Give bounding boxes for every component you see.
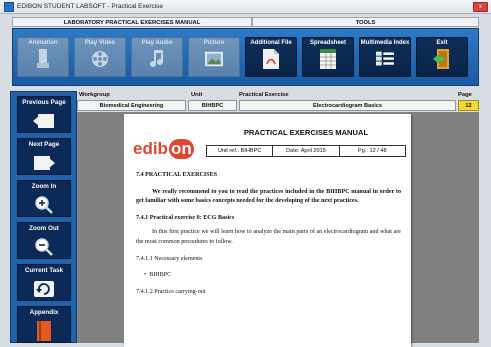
zoom-out-label: Zoom Out [29,225,59,232]
unit-ref: Unit ref.: BIHBPC [207,146,274,156]
app-icon [4,1,14,12]
appendix-label: Appendix [29,309,59,316]
current-task-icon [33,279,55,299]
spreadsheet-label: Spreadsheet [309,40,346,46]
bullet-item: • BIHBPC [144,272,172,279]
exit-label: Exit [436,40,448,46]
section-heading: 7.4 PRACTICAL EXERCISES [136,172,218,178]
subsection-paragraph-1: In this first practice we will learn how… [136,229,401,245]
zoom-out-icon [33,237,55,257]
document-title: PRACTICAL EXERCISES MANUAL [243,128,369,137]
animation-button[interactable]: Animation [17,37,69,77]
zoom-in-icon [33,195,55,215]
subsection-heading-1: 7.4.1 Practical exercise 0: ECG Basics [136,214,235,221]
unit-value: BIHBPC [188,100,237,111]
book-icon [33,321,55,341]
document-body: 7.4 PRACTICAL EXERCISES We really recomm… [136,171,401,297]
workgroup-heading: Workgroup [79,92,110,98]
zoom-in-button[interactable]: Zoom In [17,180,71,217]
document-page-number: Pg.: 12 / 48 [358,148,387,154]
film-reel-icon [91,49,109,69]
appendix-button[interactable]: Appendix [17,306,71,343]
play-audio-button[interactable]: Play Audio [131,37,183,77]
document-viewer[interactable]: edib on PRACTICAL EXERCISES MANUAL Unit r… [77,112,479,347]
tools-header: TOOLS [252,17,479,27]
page-number-badge: 12 [458,100,479,111]
next-page-icon [33,153,55,173]
pdf-file-icon [262,49,280,69]
previous-page-icon [33,111,55,131]
exercise-value: Electrocardiogram Basics [239,100,456,111]
document-page: edib on PRACTICAL EXERCISES MANUAL Unit r… [124,114,411,347]
document-date: Date: April 2015 [273,146,340,156]
unit-heading: Unit [191,92,203,98]
animation-icon [34,49,52,69]
picture-label: Picture [203,40,225,46]
additional-file-button[interactable]: Additional File [245,37,297,77]
zoom-in-label: Zoom In [31,183,57,190]
bullet-text: BIHBPC [149,272,172,279]
exit-door-icon [433,49,451,69]
info-header: Workgroup Unit Practical Exercise Page [77,92,479,100]
page-heading: Page [458,92,472,98]
top-header: LABORATORY PRACTICAL EXERCISES MANUAL TO… [12,17,479,27]
multimedia-index-icon [376,49,394,69]
toolbar: Animation Play Video Play Audio Picture … [12,28,479,86]
left-sidebar: Previous Page Next Page Zoom In Zoom Out… [10,91,77,343]
next-page-label: Next Page [28,141,60,148]
play-video-label: Play Video [84,40,116,46]
subsection-heading-2: 7.4.1.1 Necessary elements [136,255,203,262]
intro-paragraph: We really recommend to you to read the p… [136,188,401,205]
edibon-logo: edib on [133,139,194,159]
subsection-heading-3: 7.4.1.2 Practice carrying-out [136,288,206,295]
previous-page-button[interactable]: Previous Page [17,96,71,133]
spreadsheet-button[interactable]: Spreadsheet [302,37,354,77]
window-title: EDIBON STUDENT LABSOFT - Practical Exerc… [17,3,164,10]
play-audio-label: Play Audio [141,40,173,46]
music-note-icon [148,49,166,69]
additional-file-label: Additional File [250,40,292,46]
close-window-button[interactable]: x [473,2,488,12]
document-meta: Unit ref.: BIHBPC Date: April 2015 Pg.: … [206,145,406,157]
picture-icon [205,49,223,69]
current-task-button[interactable]: Current Task [17,264,71,301]
manual-header: LABORATORY PRACTICAL EXERCISES MANUAL [12,17,252,27]
play-video-button[interactable]: Play Video [74,37,126,77]
workgroup-value: Biomedical Engineering [77,100,186,111]
title-bar: EDIBON STUDENT LABSOFT - Practical Exerc… [0,0,491,14]
animation-label: Animation [28,40,58,46]
multimedia-index-label: Multimedia Index [360,40,410,46]
current-task-label: Current Task [24,267,64,274]
exercise-heading: Practical Exercise [239,92,289,98]
picture-button[interactable]: Picture [188,37,240,77]
spreadsheet-icon [319,49,337,69]
multimedia-index-button[interactable]: Multimedia Index [359,37,411,77]
info-row: Biomedical Engineering BIHBPC Electrocar… [77,100,479,111]
exit-button[interactable]: Exit [416,37,468,77]
zoom-out-button[interactable]: Zoom Out [17,222,71,259]
previous-page-label: Previous Page [22,99,66,106]
app-window: EDIBON STUDENT LABSOFT - Practical Exerc… [0,0,491,347]
next-page-button[interactable]: Next Page [17,138,71,175]
